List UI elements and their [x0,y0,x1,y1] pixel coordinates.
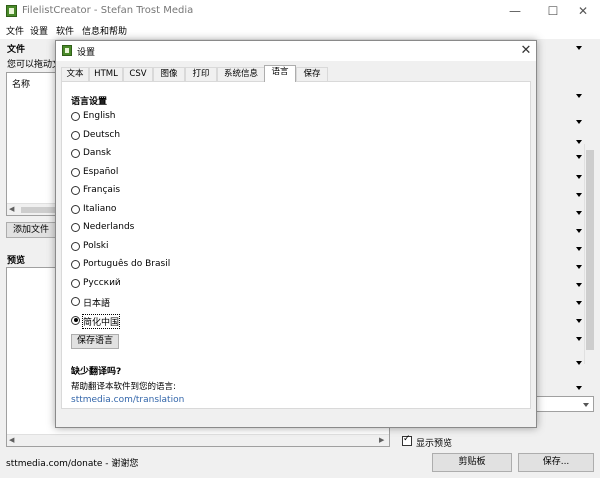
chevron-down-icon[interactable] [576,211,582,215]
minimize-icon[interactable]: — [498,0,532,22]
add-folder-button[interactable]: 添加文件夹 [6,222,58,238]
radio-label[interactable]: Nederlands [83,222,134,232]
radio-label[interactable]: Русский [83,278,121,288]
radio-label[interactable]: Português do Brasil [83,259,170,269]
chevron-down-icon[interactable] [576,386,582,390]
chevron-down-icon[interactable] [576,265,582,269]
scroll-left-icon[interactable]: ◀ [9,205,14,213]
file-list-hscroll-thumb[interactable] [21,207,57,213]
files-label: 文件 [7,45,26,55]
tab-language[interactable]: 语言 [264,65,296,82]
chevron-down-icon [583,403,589,407]
dialog-title: 设置 [77,48,96,58]
show-preview-checkbox[interactable]: ✓ [402,434,412,446]
language-heading: 语言设置 [71,97,108,107]
language-panel: 语言设置 English Deutsch Dansk Español Franç… [61,81,531,409]
tab-html[interactable]: HTML [89,67,123,81]
menu-settings[interactable]: 设置 [30,24,48,37]
preview-hscroll[interactable]: ◀ ▶ [7,434,389,446]
menu-bar: 文件 设置 软件 信息和帮助 [0,22,600,39]
main-title-bar: FilelistCreator - Stefan Trost Media — ☐… [0,0,600,22]
radio-button[interactable] [71,204,80,214]
tab-csv[interactable]: CSV [123,67,153,81]
chevron-down-icon[interactable] [576,301,582,305]
save-language-button[interactable]: 保存语言 [71,334,119,349]
chevron-down-icon[interactable] [576,229,582,233]
radio-button[interactable] [71,112,80,121]
file-list-hscroll[interactable]: ◀ [7,203,57,215]
tab-save[interactable]: 保存 [296,67,328,81]
radio-label[interactable]: English [83,111,116,121]
chevron-down-icon[interactable] [576,247,582,251]
column-header-name[interactable]: 名称 [12,77,30,90]
chevron-down-icon[interactable] [576,193,582,197]
chevron-down-icon[interactable] [576,155,582,159]
tab-print[interactable]: 打印 [185,67,217,81]
radio-button[interactable] [71,223,80,232]
missing-translation-heading: 缺少翻译吗? [71,367,122,377]
radio-button[interactable] [71,167,80,177]
file-list[interactable]: 名称 ◀ [6,72,58,216]
dialog-title-bar: 设置 ✕ [56,41,536,61]
preview-label: 预览 [7,256,26,266]
tab-image[interactable]: 图像 [153,67,185,81]
radio-label[interactable]: Français [83,185,120,195]
radio-button[interactable] [71,260,80,269]
drag-hint: 您可以拖动文 [7,60,62,70]
menu-file[interactable]: 文件 [6,24,24,37]
preview-scroll-left-icon[interactable]: ◀ [9,436,14,444]
show-preview-label: 显示预览 [416,439,453,449]
app-icon [6,5,17,17]
chevron-down-icon[interactable] [576,140,582,144]
chevron-down-icon[interactable] [576,120,582,124]
chevron-down-icon[interactable] [576,94,582,98]
settings-dialog: 设置 ✕ 文本 HTML CSV 图像 打印 系统信息 语言 保存 语言设置 E… [55,40,537,428]
radio-button[interactable] [71,149,80,158]
dialog-app-icon [62,45,72,56]
radio-label[interactable]: Español [83,167,118,177]
help-translate-text: 帮助翻译本软件到您的语言: [71,382,176,392]
chevron-down-icon[interactable] [576,337,582,341]
status-text[interactable]: sttmedia.com/donate - 谢谢您 [6,456,138,469]
tab-text[interactable]: 文本 [61,67,89,81]
dialog-close-icon[interactable]: ✕ [516,41,536,61]
chevron-down-icon[interactable] [576,361,582,365]
close-icon[interactable]: ✕ [566,0,600,22]
radio-label[interactable]: Dansk [83,148,111,158]
chevron-down-icon[interactable] [576,175,582,179]
window-title: FilelistCreator - Stefan Trost Media [22,5,194,16]
settings-vscroll-thumb[interactable] [586,150,594,350]
preview-scroll-right-icon[interactable]: ▶ [379,436,384,444]
radio-button[interactable] [71,241,80,251]
radio-button[interactable] [71,297,80,306]
menu-software[interactable]: 软件 [56,24,74,37]
radio-button[interactable] [71,186,80,195]
check-icon: ✓ [403,434,411,444]
radio-button[interactable] [71,130,80,140]
tab-system-info[interactable]: 系统信息 [217,67,265,81]
maximize-icon[interactable]: ☐ [536,0,570,22]
radio-label[interactable]: Polski [83,241,109,251]
radio-label-selected[interactable]: 简化中国 [81,313,121,329]
chevron-down-icon[interactable] [576,319,582,323]
translation-link[interactable]: sttmedia.com/translation [71,395,184,405]
menu-info-help[interactable]: 信息和帮助 [82,24,127,37]
chevron-down-icon[interactable] [576,46,582,50]
radio-button-selected[interactable] [71,315,80,325]
radio-label[interactable]: 日本語 [83,296,110,309]
chevron-down-icon[interactable] [576,283,582,287]
radio-button[interactable] [71,278,80,288]
clipboard-button[interactable]: 剪贴板 [432,453,512,472]
save-button[interactable]: 保存... [518,453,594,472]
radio-label[interactable]: Deutsch [83,130,120,140]
radio-label[interactable]: Italiano [83,204,116,214]
